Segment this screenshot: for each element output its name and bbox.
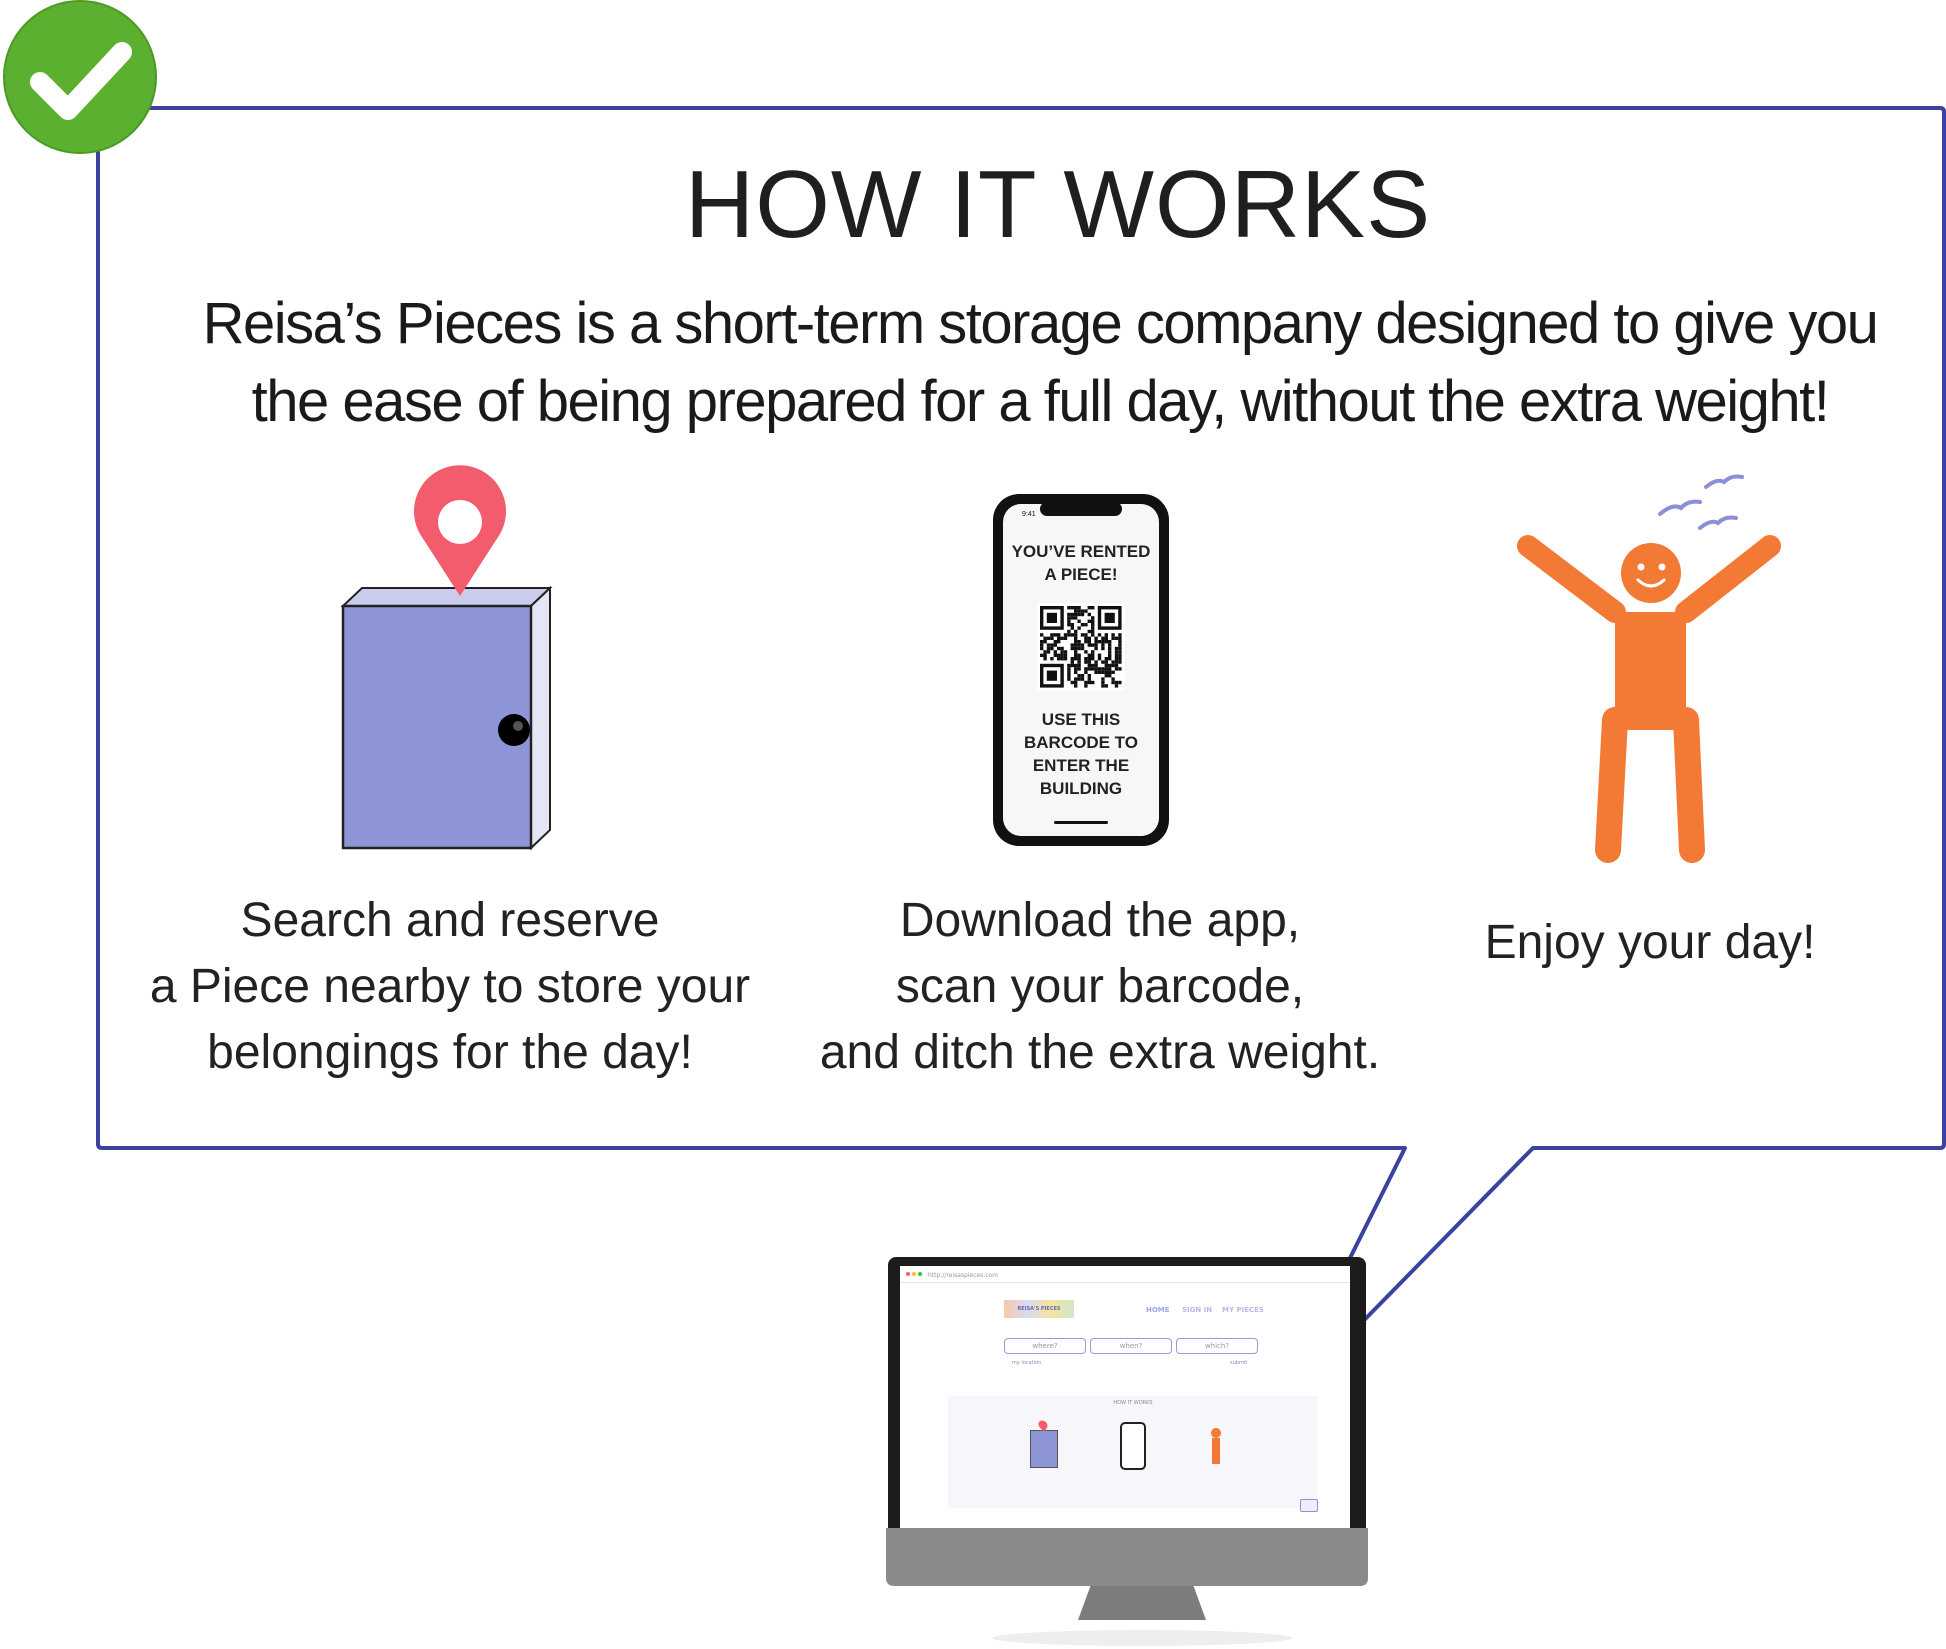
step-download-app: Download the app, scan your barcode, and… [790, 888, 1410, 1086]
mini-nav-sign-in[interactable]: SIGN IN [1182, 1306, 1212, 1314]
phone-instruction-line: USE THIS [1041, 710, 1121, 729]
storage-door-icon [340, 585, 553, 851]
company-description: Reisa’s Pieces is a short-term storage c… [160, 285, 1920, 441]
page-title: HOW IT WORKS [684, 151, 1432, 258]
step-line: belongings for the day! [207, 1026, 693, 1079]
step-search-reserve: Search and reserve a Piece nearby to sto… [100, 888, 800, 1086]
step-line: and ditch the extra weight. [819, 1026, 1381, 1079]
phone-time: 9:41 [1022, 511, 1036, 518]
window-maximize-dot[interactable] [918, 1272, 922, 1276]
monitor-screen: http://reisaspieces.com REISA'S PIECES H… [900, 1266, 1350, 1528]
mini-person-icon [1211, 1428, 1221, 1438]
step-line: Enjoy your day! [1484, 916, 1816, 969]
phone-instruction-line: BUILDING [1039, 779, 1123, 798]
phone-instruction: USE THIS BARCODE TO ENTER THE BUILDING [1003, 708, 1159, 800]
url-bar[interactable]: http://reisaspieces.com [928, 1272, 998, 1279]
phone-instruction-line: ENTER THE [1032, 756, 1130, 775]
mini-nav-my-pieces[interactable]: MY PIECES [1222, 1306, 1264, 1314]
window-close-dot[interactable] [906, 1272, 910, 1276]
mini-door-icon [1030, 1430, 1058, 1468]
mini-how-it-works-panel: HOW IT WORKS [948, 1396, 1318, 1508]
step-line: Download the app, [899, 894, 1301, 947]
mini-title: HOW IT WORKS [1113, 1400, 1153, 1406]
description-line: Reisa’s Pieces is a short-term storage c… [202, 291, 1879, 356]
mini-when-field[interactable]: when? [1090, 1338, 1172, 1354]
phone-heading-line: A PIECE! [1044, 565, 1118, 584]
window-minimize-dot[interactable] [912, 1272, 916, 1276]
qr-code-icon [1037, 603, 1125, 691]
phone-heading: YOU’VE RENTED A PIECE! [1003, 540, 1159, 586]
phone-heading-line: YOU’VE RENTED [1011, 542, 1151, 561]
mini-submit-link[interactable]: submit [1230, 1360, 1247, 1366]
step-enjoy-day: Enjoy your day! [1420, 910, 1880, 976]
description-line: the ease of being prepared for a full da… [251, 369, 1830, 434]
phone-instruction-line: BARCODE TO [1024, 733, 1138, 752]
mini-nav-home[interactable]: HOME [1146, 1306, 1170, 1314]
step-line: Search and reserve [240, 894, 660, 947]
mini-which-field[interactable]: which? [1176, 1338, 1258, 1354]
mini-where-field[interactable]: where? [1004, 1338, 1086, 1354]
step-line: scan your barcode, [895, 960, 1305, 1013]
step-line: a Piece nearby to store your [149, 960, 751, 1013]
mini-person-body [1212, 1438, 1220, 1464]
chat-icon[interactable] [1300, 1499, 1318, 1512]
mini-phone-icon [1120, 1422, 1146, 1470]
mini-location-link[interactable]: my location [1012, 1360, 1041, 1366]
browser-divider [900, 1282, 1350, 1283]
mini-logo[interactable]: REISA'S PIECES [1004, 1300, 1074, 1318]
check-badge-icon [3, 0, 157, 154]
